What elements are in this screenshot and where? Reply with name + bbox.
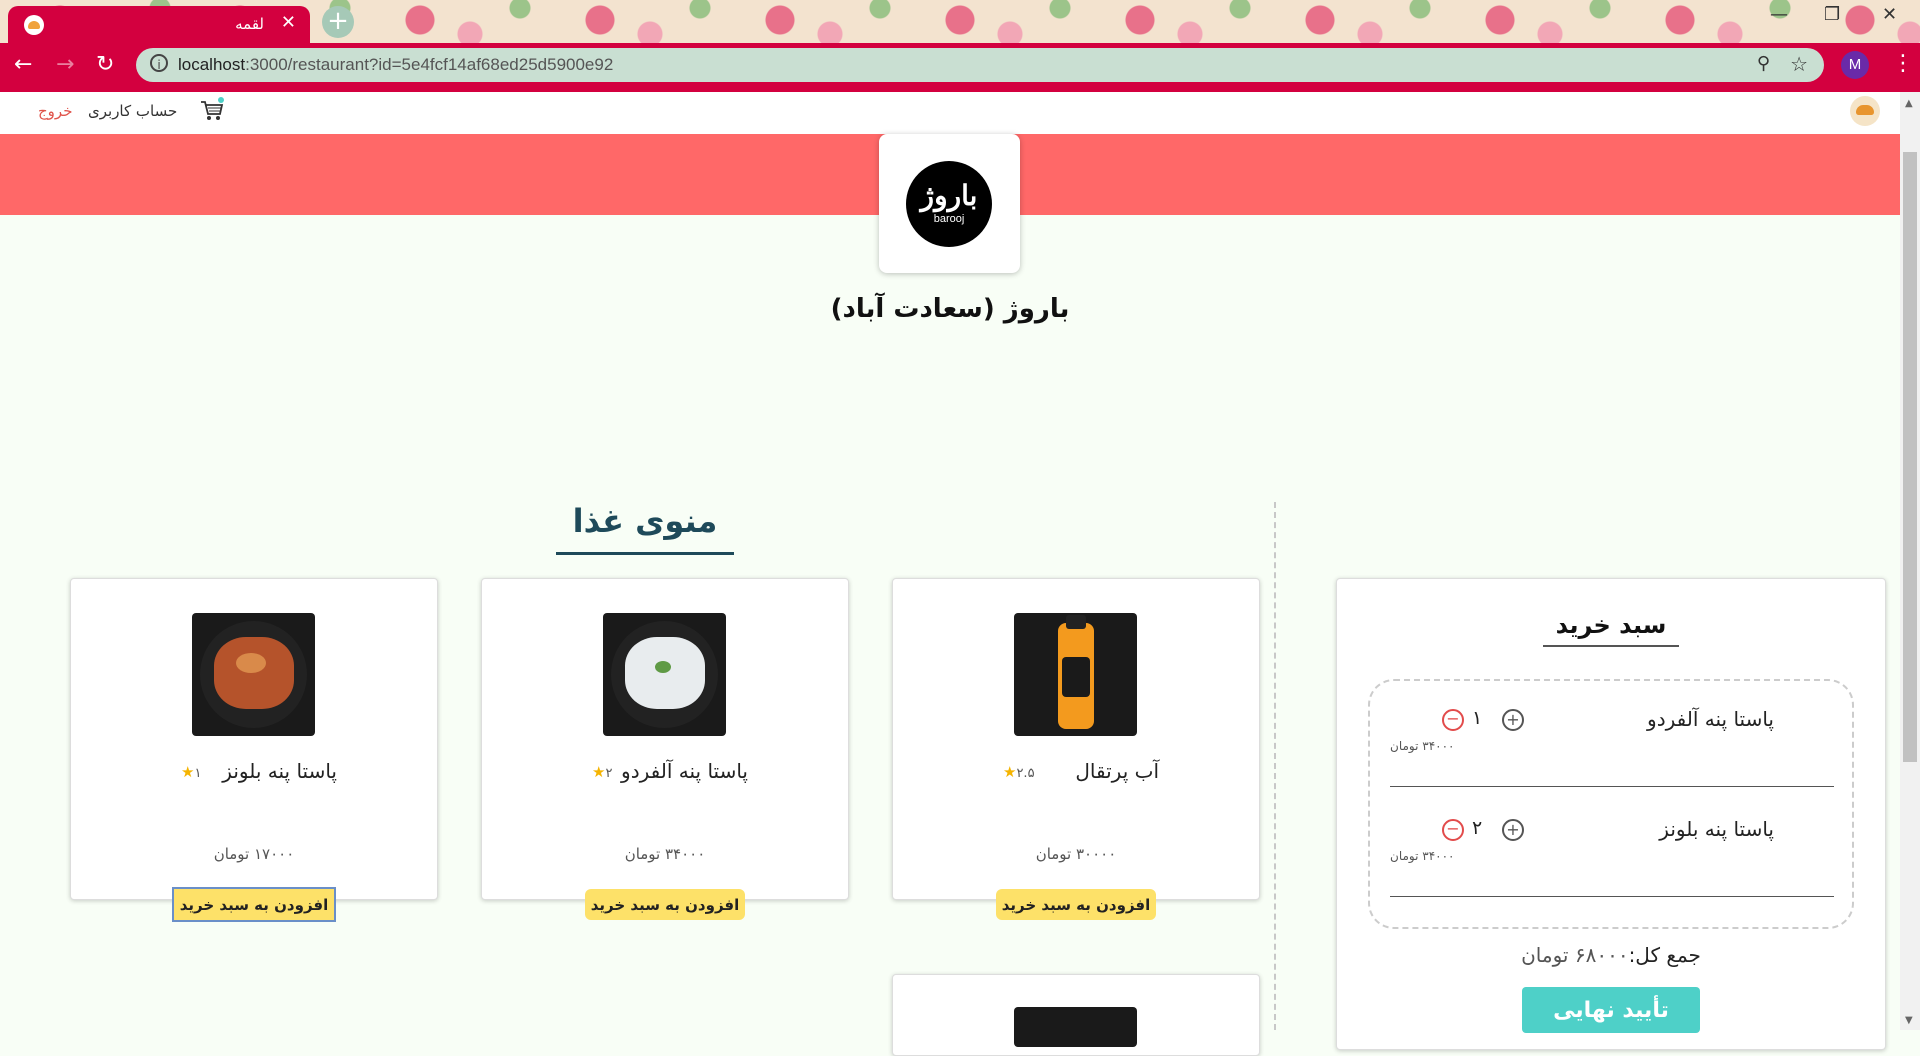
section-divider [1274, 502, 1276, 1030]
rating-value: ۲.۵ [1016, 766, 1035, 781]
bookmark-star-icon[interactable]: ☆ [1790, 52, 1808, 76]
new-tab-button[interactable]: + [322, 6, 354, 38]
cart-item-price: ۳۴۰۰۰ تومان [1390, 739, 1455, 753]
menu-item-image [1014, 1007, 1137, 1047]
cart-items-list: پاستا پنه آلفردو + ۱ − ۳۴۰۰۰ تومان پاستا… [1368, 679, 1854, 929]
menu-item-price: ۱۷۰۰۰ تومان [213, 845, 295, 863]
rating-value: ۱ [194, 766, 202, 781]
menu-item-card [892, 974, 1260, 1056]
site-logo-icon[interactable] [1850, 96, 1880, 126]
cart-total-label: جمع کل: [1628, 943, 1701, 967]
restaurant-logo-text: باروژ [920, 180, 979, 211]
decrease-quantity-icon[interactable]: − [1442, 709, 1464, 731]
decrease-quantity-icon[interactable]: − [1442, 819, 1464, 841]
minimize-icon[interactable]: — [1770, 4, 1788, 25]
reload-icon[interactable]: ↻ [96, 52, 114, 77]
menu-title-underline [556, 552, 734, 555]
restaurant-logo: باروژ barooj [906, 161, 992, 247]
scroll-up-icon[interactable]: ▲ [1905, 98, 1913, 109]
cart-title-underline [1543, 645, 1679, 647]
menu-item-rating: ★۲.۵ [1003, 763, 1035, 781]
restaurant-logo-card: باروژ barooj [879, 134, 1020, 273]
menu-item-image [1014, 613, 1137, 736]
url-host: localhost [178, 55, 246, 74]
cart-item: پاستا پنه آلفردو + ۱ − ۳۴۰۰۰ تومان [1390, 681, 1834, 791]
cart-item-quantity: ۲ [1472, 817, 1483, 839]
menu-item-name: پاستا پنه آلفردو [621, 759, 748, 783]
scrollbar-thumb[interactable] [1903, 152, 1917, 762]
url-path: :3000/restaurant?id=5e4fcf14af68ed25d590… [245, 55, 614, 74]
menu-item-card: پاستا پنه بلونز ★۱ ۱۷۰۰۰ تومان افزودن به… [70, 578, 438, 922]
back-icon[interactable]: ← [14, 52, 32, 77]
restore-icon[interactable]: ❐ [1824, 4, 1840, 25]
forward-icon[interactable]: → [56, 52, 74, 77]
menu-item-name: آب پرتقال [1075, 759, 1159, 783]
menu-item-name: پاستا پنه بلونز [222, 759, 337, 783]
site-header: خروج حساب کاربری [0, 92, 1900, 134]
restaurant-name: باروژ (سعادت آباد) [830, 294, 1070, 324]
site-info-icon[interactable]: i [150, 54, 168, 72]
cart-panel: سبد خرید پاستا پنه آلفردو + ۱ − ۳۴۰۰۰ تو… [1336, 578, 1886, 1050]
rating-star-icon: ★ [181, 763, 195, 781]
tab-close-icon[interactable]: ✕ [281, 12, 296, 33]
cart-item-quantity: ۱ [1472, 707, 1483, 729]
browser-tabstrip: لقمه ✕ + — ❐ ✕ [0, 0, 1920, 43]
window-close-icon[interactable]: ✕ [1882, 4, 1897, 25]
add-to-cart-button[interactable]: افزودن به سبد خرید [172, 887, 336, 922]
site-favicon-icon [24, 15, 44, 35]
rating-value: ۲ [605, 766, 613, 781]
shopping-cart-icon[interactable] [199, 97, 225, 123]
tab-title: لقمه [235, 15, 264, 33]
confirm-order-button[interactable]: تأیید نهایی [1522, 987, 1700, 1033]
browser-menu-icon[interactable]: ⋮ [1892, 51, 1914, 76]
menu-item-price: ۳۴۰۰۰ تومان [624, 845, 706, 863]
cart-total-value: ۶۸۰۰۰ تومان [1521, 943, 1629, 967]
address-bar[interactable]: i localhost:3000/restaurant?id=5e4fcf14a… [136, 48, 1824, 82]
cart-item: پاستا پنه بلونز + ۲ − ۳۴۰۰۰ تومان [1390, 791, 1834, 901]
increase-quantity-icon[interactable]: + [1502, 709, 1524, 731]
menu-item-image [603, 613, 726, 736]
menu-item-rating: ★۲ [592, 763, 612, 781]
cart-total: جمع کل:۶۸۰۰۰ تومان [1337, 943, 1885, 967]
add-to-cart-button[interactable]: افزودن به سبد خرید [996, 889, 1156, 920]
increase-quantity-icon[interactable]: + [1502, 819, 1524, 841]
menu-title: منوی غذا [572, 502, 718, 540]
menu-item-card: آب پرتقال ★۲.۵ ۳۰۰۰۰ تومان افزودن به سبد… [892, 578, 1260, 920]
cart-title: سبد خرید [1555, 611, 1667, 639]
add-to-cart-button[interactable]: افزودن به سبد خرید [585, 889, 745, 920]
menu-item-price: ۳۰۰۰۰ تومان [1035, 845, 1117, 863]
menu-item-image [192, 613, 315, 736]
cart-item-name: پاستا پنه آلفردو [1647, 707, 1774, 731]
restaurant-logo-subtext: barooj [933, 213, 965, 225]
zoom-icon[interactable]: ⚲ [1757, 53, 1770, 74]
menu-item-rating: ★۱ [181, 763, 201, 781]
profile-avatar[interactable]: M [1841, 51, 1869, 79]
rating-star-icon: ★ [592, 763, 606, 781]
cart-item-divider [1390, 896, 1834, 897]
cart-item-price: ۳۴۰۰۰ تومان [1390, 849, 1455, 863]
logout-link[interactable]: خروج [38, 102, 72, 120]
scroll-down-icon[interactable]: ▼ [1905, 1015, 1913, 1026]
account-link[interactable]: حساب کاربری [88, 102, 177, 120]
browser-toolbar: ← → ↻ i localhost:3000/restaurant?id=5e4… [0, 43, 1920, 88]
page-scrollbar[interactable]: ▲ ▼ [1900, 92, 1920, 1030]
cart-item-divider [1390, 786, 1834, 787]
url-text[interactable]: localhost:3000/restaurant?id=5e4fcf14af6… [178, 55, 613, 75]
rating-star-icon: ★ [1003, 763, 1017, 781]
menu-item-card: پاستا پنه آلفردو ★۲ ۳۴۰۰۰ تومان افزودن ب… [481, 578, 849, 920]
cart-item-name: پاستا پنه بلونز [1659, 817, 1774, 841]
browser-tab[interactable]: لقمه ✕ [8, 6, 310, 43]
